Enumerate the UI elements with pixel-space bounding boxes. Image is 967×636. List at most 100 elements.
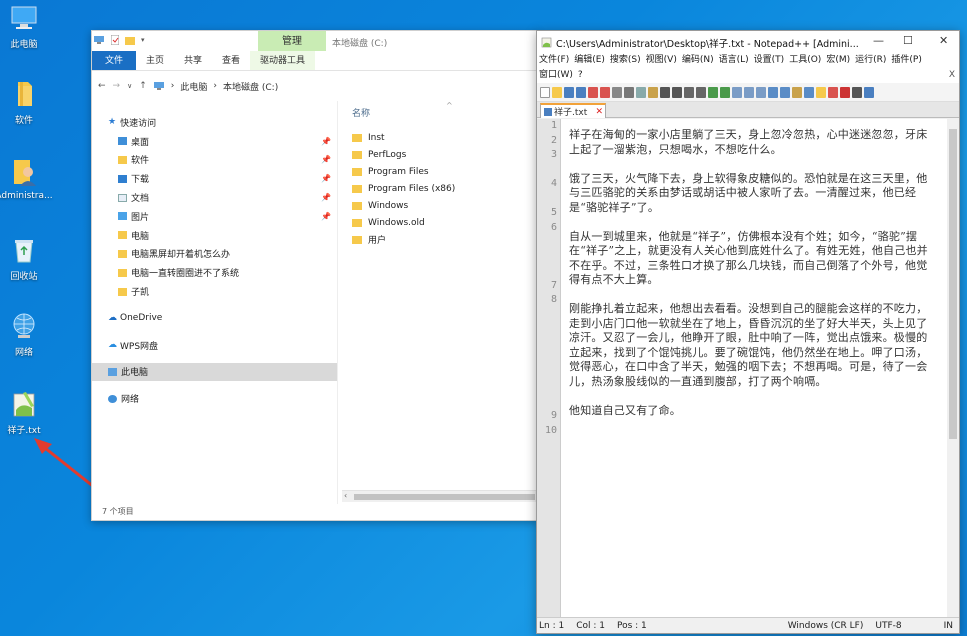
scroll-left-arrow-icon[interactable]: ‹ <box>344 491 347 500</box>
forward-arrow-icon[interactable]: → <box>113 81 121 91</box>
nav-network[interactable]: 网络 <box>92 389 337 408</box>
nav-item-folder[interactable]: 电脑一直转圈圈进不了系统 <box>92 263 337 282</box>
back-arrow-icon[interactable]: ← <box>98 81 106 91</box>
word-wrap-icon[interactable] <box>744 86 754 98</box>
sync-scroll-icon[interactable] <box>732 86 742 98</box>
save-icon[interactable] <box>564 86 574 98</box>
nav-wps-drive[interactable]: ☁ WPS网盘 <box>92 336 337 355</box>
editor-text-content[interactable]: 祥子在海甸的一家小店里躺了三天，身上忽冷忽热，心中迷迷忽忽，牙床上起了一溜紫泡，… <box>561 119 947 617</box>
menu-search[interactable]: 搜索(S) <box>610 53 641 68</box>
desktop-icon-network[interactable]: 网络 <box>0 310 48 358</box>
menu-run[interactable]: 运行(R) <box>855 53 886 68</box>
history-dropdown-icon[interactable]: ∨ <box>127 82 132 90</box>
open-file-icon[interactable] <box>552 86 562 98</box>
tab-close-icon[interactable]: ✕ <box>595 107 603 117</box>
close-file-icon[interactable] <box>588 86 598 98</box>
menu-help[interactable]: ? <box>578 68 583 83</box>
properties-icon[interactable] <box>111 35 119 45</box>
zoom-in-icon[interactable] <box>708 86 718 98</box>
breadcrumb-item[interactable]: 本地磁盘 (C:) <box>223 80 278 93</box>
nav-item-folder[interactable]: 子凯 <box>92 282 337 301</box>
breadcrumb[interactable]: › 此电脑 › 本地磁盘 (C:) <box>153 80 278 93</box>
all-chars-icon[interactable] <box>756 86 766 98</box>
qat-dropdown-icon[interactable]: ▾ <box>141 36 145 44</box>
column-header-name[interactable]: 名称 ^ <box>352 101 537 129</box>
ribbon-tab-manage[interactable]: 管理 <box>258 31 326 51</box>
menu-tools[interactable]: 工具(O) <box>789 53 821 68</box>
menu-edit[interactable]: 编辑(E) <box>574 53 605 68</box>
find-icon[interactable] <box>684 86 694 98</box>
file-row[interactable]: PerfLogs <box>352 146 537 163</box>
pin-icon[interactable]: 📌 <box>321 155 331 164</box>
nav-item-documents[interactable]: 文档 📌 <box>92 188 337 207</box>
up-arrow-icon[interactable]: ↑ <box>139 81 147 91</box>
close-icon[interactable]: ✕ <box>939 34 948 47</box>
new-file-icon[interactable] <box>540 86 550 98</box>
nav-item-desktop[interactable]: 桌面 📌 <box>92 132 337 151</box>
menu-window[interactable]: 窗口(W) <box>539 68 573 83</box>
menu-language[interactable]: 语言(L) <box>719 53 749 68</box>
maximize-icon[interactable]: ☐ <box>903 34 913 47</box>
desktop-icon-this-pc[interactable]: 此电脑 <box>0 2 48 50</box>
file-row[interactable]: Program Files (x86) <box>352 180 537 197</box>
close-document-button[interactable]: X <box>949 68 955 83</box>
ribbon-tab-view[interactable]: 查看 <box>212 51 250 70</box>
ribbon-tab-file[interactable]: 文件 <box>92 51 136 70</box>
menu-file[interactable]: 文件(F) <box>539 53 569 68</box>
file-row[interactable]: Program Files <box>352 163 537 180</box>
play-macro-icon[interactable] <box>864 86 874 98</box>
menu-macro[interactable]: 宏(M) <box>826 53 850 68</box>
udl-icon[interactable] <box>780 86 790 98</box>
nav-item-folder[interactable]: 电脑黑屏却开着机怎么办 <box>92 245 337 264</box>
desktop-icon-xiangzi-txt[interactable]: 祥子.txt <box>0 388 48 436</box>
undo-icon[interactable] <box>660 86 670 98</box>
replace-icon[interactable] <box>696 86 706 98</box>
scrollbar-thumb[interactable] <box>949 129 957 439</box>
file-row[interactable]: 用户 <box>352 231 537 248</box>
menu-encoding[interactable]: 编码(N) <box>682 53 714 68</box>
redo-icon[interactable] <box>672 86 682 98</box>
cut-icon[interactable] <box>624 86 634 98</box>
breadcrumb-item[interactable]: 此电脑 <box>180 80 207 93</box>
status-encoding[interactable]: UTF-8 <box>869 621 907 631</box>
minimize-icon[interactable]: — <box>873 34 884 47</box>
nav-this-pc[interactable]: 此电脑 <box>92 362 337 382</box>
doc-map-icon[interactable] <box>792 86 802 98</box>
function-list-icon[interactable] <box>804 86 814 98</box>
pin-icon[interactable]: 📌 <box>321 193 331 202</box>
status-eol[interactable]: Windows (CR LF) <box>782 621 870 631</box>
save-all-icon[interactable] <box>576 86 586 98</box>
folder-workspace-icon[interactable] <box>816 86 826 98</box>
nav-item-software[interactable]: 软件 📌 <box>92 151 337 170</box>
file-row[interactable]: Inst <box>352 129 537 146</box>
copy-icon[interactable] <box>636 86 646 98</box>
pin-icon[interactable]: 📌 <box>321 212 331 221</box>
nav-item-downloads[interactable]: 下载 📌 <box>92 169 337 188</box>
indent-guide-icon[interactable] <box>768 86 778 98</box>
nav-onedrive[interactable]: ☁ OneDrive <box>92 309 337 328</box>
pin-icon[interactable]: 📌 <box>321 174 331 183</box>
record-macro-icon[interactable] <box>840 86 850 98</box>
menu-view[interactable]: 视图(V) <box>646 53 677 68</box>
ribbon-tab-drive-tools[interactable]: 驱动器工具 <box>250 51 316 70</box>
file-row[interactable]: Windows.old <box>352 214 537 231</box>
ribbon-tab-share[interactable]: 共享 <box>174 51 212 70</box>
stop-macro-icon[interactable] <box>852 86 862 98</box>
print-icon[interactable] <box>612 86 622 98</box>
nav-item-folder[interactable]: 电脑 <box>92 226 337 245</box>
desktop-icon-recycle-bin[interactable]: 回收站 <box>0 234 48 282</box>
monitoring-icon[interactable] <box>828 86 838 98</box>
document-tab[interactable]: 祥子.txt ✕ <box>540 103 606 118</box>
vertical-scrollbar[interactable] <box>947 119 959 617</box>
zoom-out-icon[interactable] <box>720 86 730 98</box>
horizontal-scrollbar[interactable]: ‹ <box>342 490 537 502</box>
pin-icon[interactable]: 📌 <box>321 137 331 146</box>
desktop-icon-software-folder[interactable]: 软件 <box>0 78 48 126</box>
paste-icon[interactable] <box>648 86 658 98</box>
nav-quick-access[interactable]: ★ 快速访问 <box>92 113 337 132</box>
scrollbar-thumb[interactable] <box>354 494 535 500</box>
pc-icon[interactable] <box>94 35 105 45</box>
desktop-icon-administrator[interactable]: Administra... <box>0 156 53 201</box>
file-row[interactable]: Windows <box>352 197 537 214</box>
nav-item-pictures[interactable]: 图片 📌 <box>92 207 337 226</box>
